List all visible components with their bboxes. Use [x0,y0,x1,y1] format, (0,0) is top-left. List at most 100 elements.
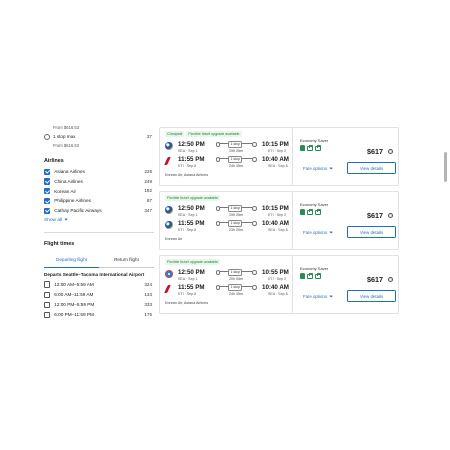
asiana-logo [165,142,173,150]
checkbox-unchecked[interactable] [44,291,51,298]
time-range-row[interactable]: 6:00 PM–11:59 PM 175 [44,310,156,320]
arrival-time: 10:55 PM [262,269,289,276]
flight-times-title: Flight times [44,241,75,248]
stops-option-label: 1 stop max [53,134,76,140]
checkbox-checked[interactable] [44,207,51,214]
checkbox-checked[interactable] [44,188,51,195]
asiana-logo [165,221,173,229]
flight-result-card[interactable]: Cheapest Flexible ticket upgrade availabl… [159,127,399,186]
airline-filter-count: 67 [146,198,152,204]
baggage-icons [300,273,321,279]
operating-airlines: Korean Air [165,237,183,241]
fare-options-link[interactable]: Fare options [303,230,333,235]
departure-airport-date: KTI · Sep 8 [178,163,197,168]
time-range-row[interactable]: 12:00 PM–5:59 PM 333 [44,300,156,310]
price: $617 [367,147,383,156]
airline-filter-count: 226 [144,169,152,174]
fare-options-link[interactable]: Fare options [303,294,333,299]
info-icon[interactable]: ? [388,276,393,282]
scrollbar[interactable] [444,152,447,182]
filters-sidebar: From $616.53 1 stop max 37 From $616.53 … [44,120,156,320]
checked-bag-icon [315,145,321,151]
checkbox-unchecked[interactable] [44,281,51,288]
korean-logo [165,270,173,278]
airline-filter-label: China Airlines [54,179,83,185]
outbound-leg: 12:50 PM SEA · Sep 1 1 stop 20h 05m 10:55 PM… [165,268,289,283]
stops-pill: 1 stop [228,140,243,148]
tab-return-flight[interactable]: Return flight [99,255,154,269]
airline-filter-label: Korean Air [54,188,77,194]
airline-filter-count: 347 [144,207,152,213]
departure-airport-date: KTI · Sep 8 [178,291,197,296]
departure-time: 11:55 PM [178,220,205,227]
flight-times-tabs: Departing flight Return flight [44,255,156,269]
arrival-airport-date: KTI · Sep 2 [268,212,287,217]
airline-filter-row[interactable]: Philippine Airlines 67 [44,196,156,206]
flight-result-card[interactable]: Flexible ticket upgrade available 12:50 P… [159,255,399,314]
airline-filter-label: Philippine Airlines [54,198,91,204]
time-range-label: 6:00 PM–11:59 PM [54,312,94,318]
fare-section: Economy Saver $617? Fare options View detai… [292,128,400,185]
info-icon[interactable]: ? [388,148,393,154]
stops-pill: 1 stop [228,283,243,291]
info-icon[interactable]: ? [388,212,393,218]
arrival-time: 10:40 AM [262,284,289,291]
show-all-label: Show all [44,218,63,224]
stops-pill: 1 stop [228,155,243,163]
flight-duration: 19h 25m [229,148,243,153]
fare-section: Economy Saver $617? Fare options View detai… [292,192,400,249]
checkbox-checked[interactable] [44,197,51,204]
time-range-row[interactable]: 6:00 AM–11:59 AM 134 [44,290,156,300]
stops-option-1-stop-max[interactable]: 1 stop max 37 [44,134,156,147]
time-range-count: 134 [144,292,152,297]
checked-bag-icon [315,209,321,215]
departure-airport-date: KTI · Sep 8 [178,227,197,232]
airline-filter-row[interactable]: Korean Air 192 [44,186,156,196]
time-range-count: 324 [144,281,152,287]
carry-on-bag-icon [307,273,313,279]
fare-options-label: Fare options [303,230,327,235]
arrival-airport-date: KTI · Sep 2 [268,148,287,153]
return-leg: 11:55 PM KTI · Sep 8 1 stop 24h 45m 10:40 AM… [165,155,289,170]
radio-button[interactable] [44,134,50,140]
view-details-button[interactable]: View details [347,162,396,174]
stops-from-price: From $616.53 [53,125,80,130]
badges: Flexible ticket upgrade available [165,195,221,201]
flight-duration: 20h 05m [229,276,243,281]
departure-time: 12:50 PM [178,269,205,276]
seat-icon [300,273,305,279]
stops-pill: 1 stop [228,204,243,212]
show-all-airlines-link[interactable]: Show all [44,217,156,224]
tab-departing-flight[interactable]: Departing flight [44,255,99,269]
time-range-row[interactable]: 12:00 AM–5:59 AM 324 [44,279,156,289]
departure-time: 12:50 PM [178,205,205,212]
checkbox-unchecked[interactable] [44,311,51,319]
return-leg: 11:55 PM KTI · Sep 8 1 stop 23h 25m 10:40 AM… [165,219,289,234]
airline-filter-label: Asiana Airlines [54,169,85,175]
view-details-button[interactable]: View details [347,290,396,302]
flexible-upgrade-badge: Flexible ticket upgrade available [186,131,242,137]
flight-duration: 19h 25m [229,212,243,217]
time-ranges-list: 12:00 AM–5:59 AM 324 6:00 AM–11:59 AM 134 12… [44,279,156,320]
time-range-label: 12:00 PM–5:59 PM [54,302,95,308]
airline-filter-row[interactable]: China Airlines 249 [44,177,156,187]
fare-class-label: Economy Saver [300,138,329,143]
departure-airport-date: SEA · Sep 1 [178,276,198,281]
flight-result-card[interactable]: Flexible ticket upgrade available 12:50 P… [159,191,399,250]
time-range-label: 12:00 AM–5:59 AM [54,281,94,287]
checkbox-checked[interactable] [44,178,51,185]
time-range-count: 333 [144,302,152,308]
departs-airport-label: Departs Seattle–Tacoma International Air… [44,272,145,278]
fare-options-link[interactable]: Fare options [303,166,333,171]
carry-on-bag-icon [307,145,313,151]
checkbox-checked[interactable] [44,168,51,175]
checked-bag-icon [315,273,321,279]
checkbox-unchecked[interactable] [44,301,51,308]
airline-filter-row[interactable]: Cathay Pacific Airways 347 [44,206,156,216]
arrival-airport-date: SEA · Sep 8 [268,227,288,232]
airline-filter-row[interactable]: Asiana Airlines 226 [44,167,156,177]
arrival-time: 10:15 PM [262,205,289,212]
departure-time: 11:55 PM [178,284,205,291]
view-details-button[interactable]: View details [347,226,396,238]
badges: Cheapest Flexible ticket upgrade availabl… [165,131,242,137]
